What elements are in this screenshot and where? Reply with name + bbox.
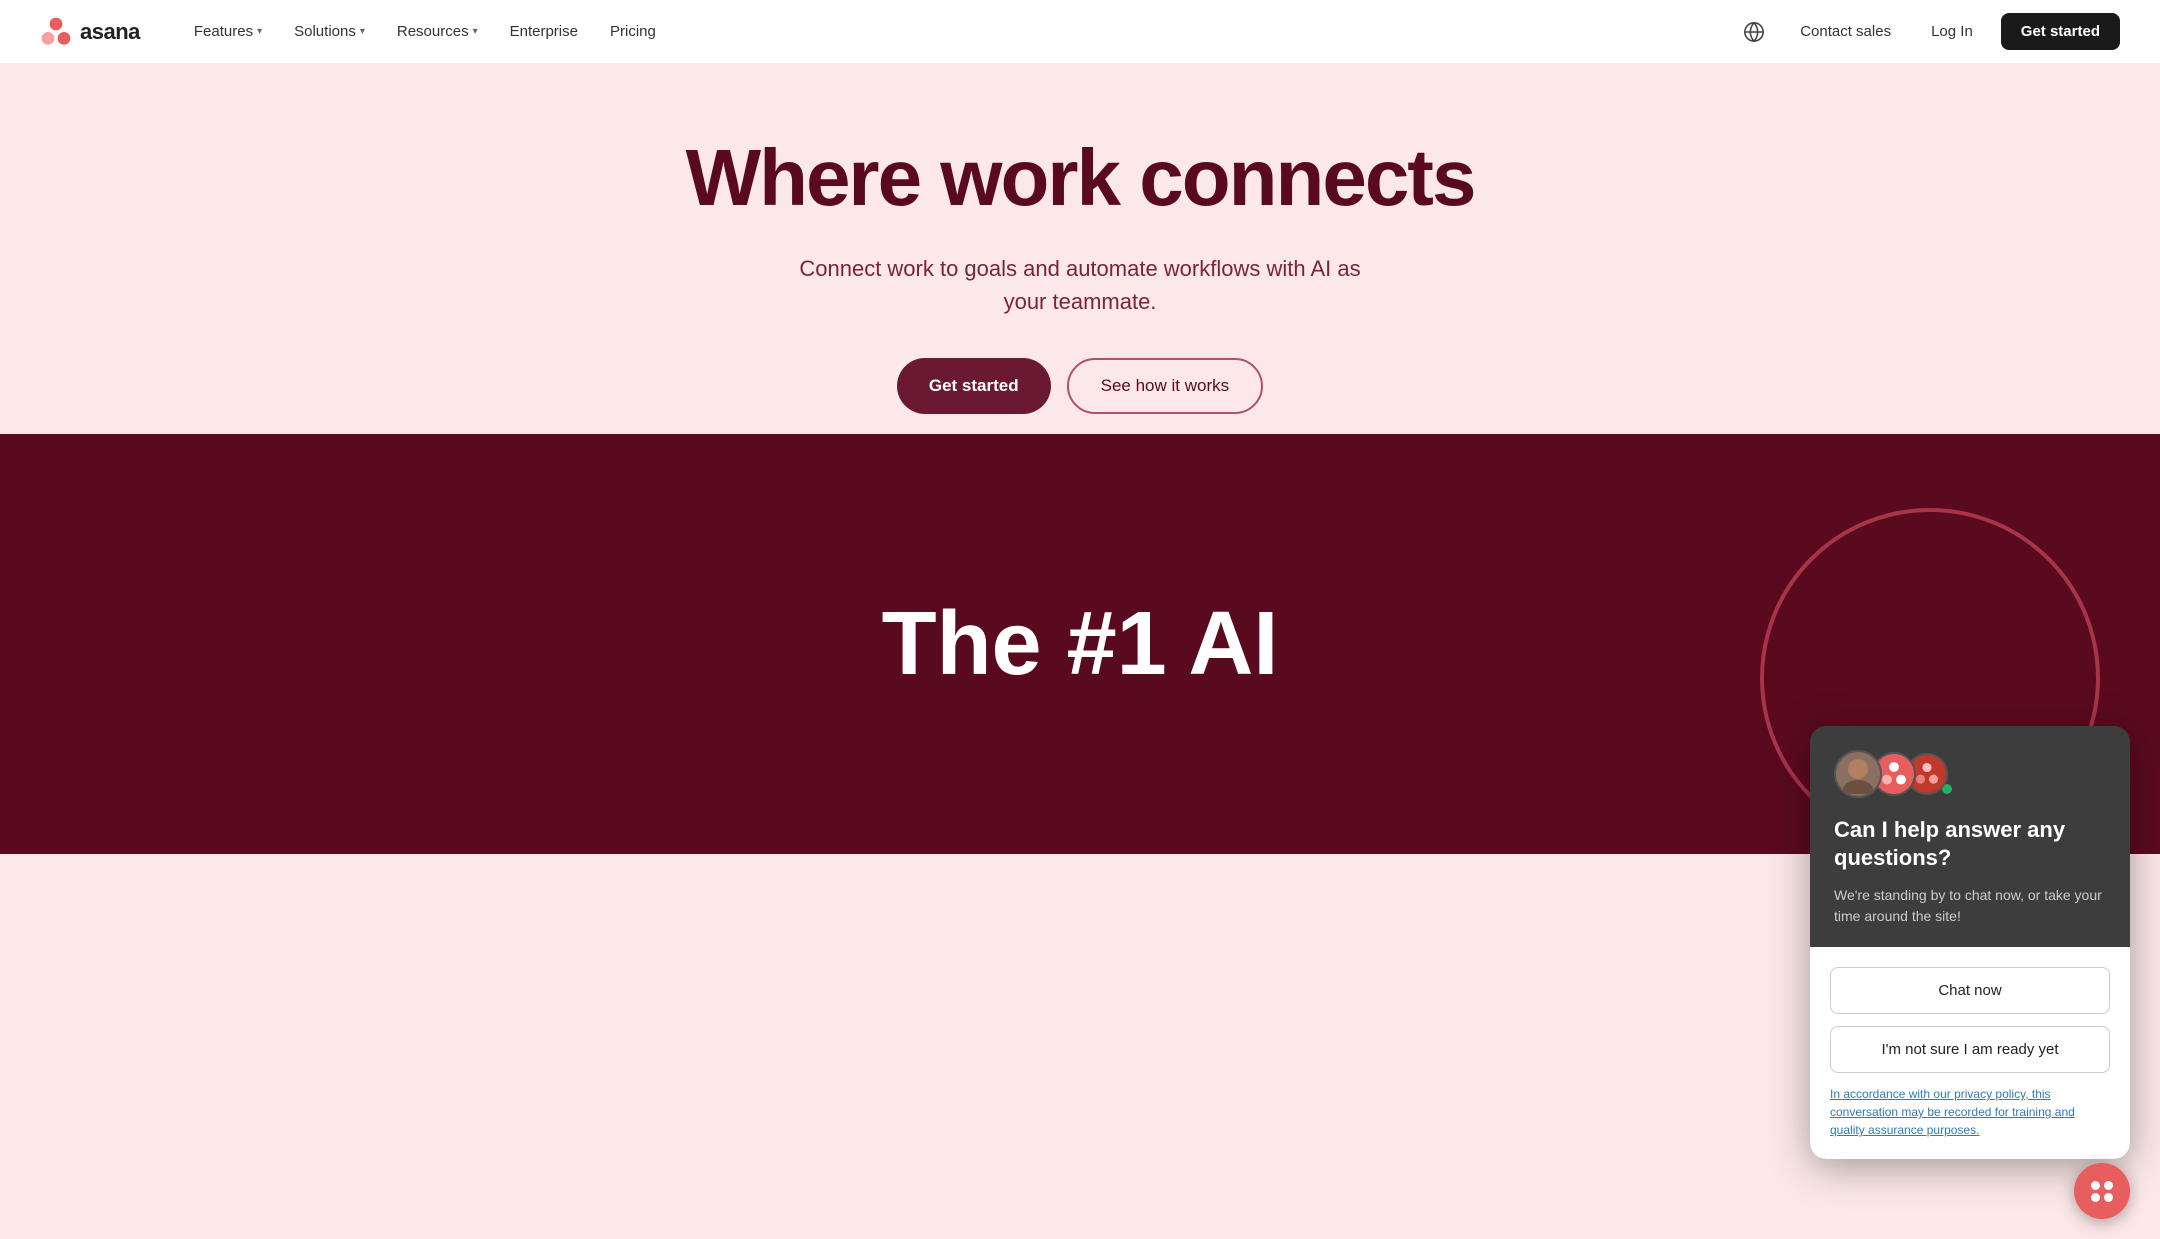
nav-links: Features ▾ Solutions ▾ Resources ▾ Enter… bbox=[180, 15, 1736, 48]
hero-get-started-button[interactable]: Get started bbox=[897, 358, 1051, 414]
chat-subtitle: We're standing by to chat now, or take y… bbox=[1834, 885, 2106, 927]
navbar: asana Features ▾ Solutions ▾ Resources ▾… bbox=[0, 0, 2160, 64]
nav-solutions[interactable]: Solutions ▾ bbox=[280, 15, 379, 48]
chat-float-icon bbox=[2091, 1181, 2114, 1202]
chat-avatars bbox=[1834, 750, 2106, 798]
asana-logo-icon bbox=[40, 16, 72, 48]
chat-widget: Can I help answer any questions? We're s… bbox=[1810, 726, 2130, 1159]
nav-resources[interactable]: Resources ▾ bbox=[383, 15, 492, 48]
logo-link[interactable]: asana bbox=[40, 16, 140, 48]
privacy-link[interactable]: In accordance with our privacy policy, t… bbox=[1830, 1085, 2110, 1139]
not-ready-button[interactable]: I'm not sure I am ready yet bbox=[1830, 1026, 2110, 1073]
chevron-down-icon: ▾ bbox=[473, 26, 478, 37]
asana-dots-2-icon bbox=[1914, 761, 1940, 787]
nav-right: Contact sales Log In Get started bbox=[1736, 13, 2120, 50]
asana-dots-icon bbox=[1880, 760, 1908, 788]
hero-section: Where work connects Connect work to goal… bbox=[0, 64, 2160, 434]
hero-see-how-button[interactable]: See how it works bbox=[1067, 358, 1264, 414]
login-link[interactable]: Log In bbox=[1919, 15, 1985, 48]
chat-actions: Chat now I'm not sure I am ready yet In … bbox=[1810, 947, 2130, 1159]
hero-buttons: Get started See how it works bbox=[20, 358, 2140, 414]
chat-header: Can I help answer any questions? We're s… bbox=[1810, 726, 2130, 947]
globe-icon[interactable] bbox=[1736, 14, 1772, 50]
nav-get-started-button[interactable]: Get started bbox=[2001, 13, 2120, 50]
person-icon bbox=[1838, 754, 1878, 794]
hero-title: Where work connects bbox=[20, 134, 2140, 222]
nav-enterprise[interactable]: Enterprise bbox=[496, 15, 592, 48]
chat-title: Can I help answer any questions? bbox=[1834, 816, 2106, 873]
avatar-1 bbox=[1834, 750, 1882, 798]
contact-sales-link[interactable]: Contact sales bbox=[1788, 15, 1903, 48]
nav-pricing[interactable]: Pricing bbox=[596, 15, 670, 48]
chat-float-button[interactable] bbox=[2074, 1163, 2130, 1219]
hero-subtitle: Connect work to goals and automate workf… bbox=[780, 252, 1380, 318]
chevron-down-icon: ▾ bbox=[257, 26, 262, 37]
logo-text: asana bbox=[80, 19, 140, 45]
dark-section-text: The #1 AI bbox=[882, 593, 1279, 696]
nav-features[interactable]: Features ▾ bbox=[180, 15, 276, 48]
chevron-down-icon: ▾ bbox=[360, 26, 365, 37]
chat-now-button[interactable]: Chat now bbox=[1830, 967, 2110, 1014]
